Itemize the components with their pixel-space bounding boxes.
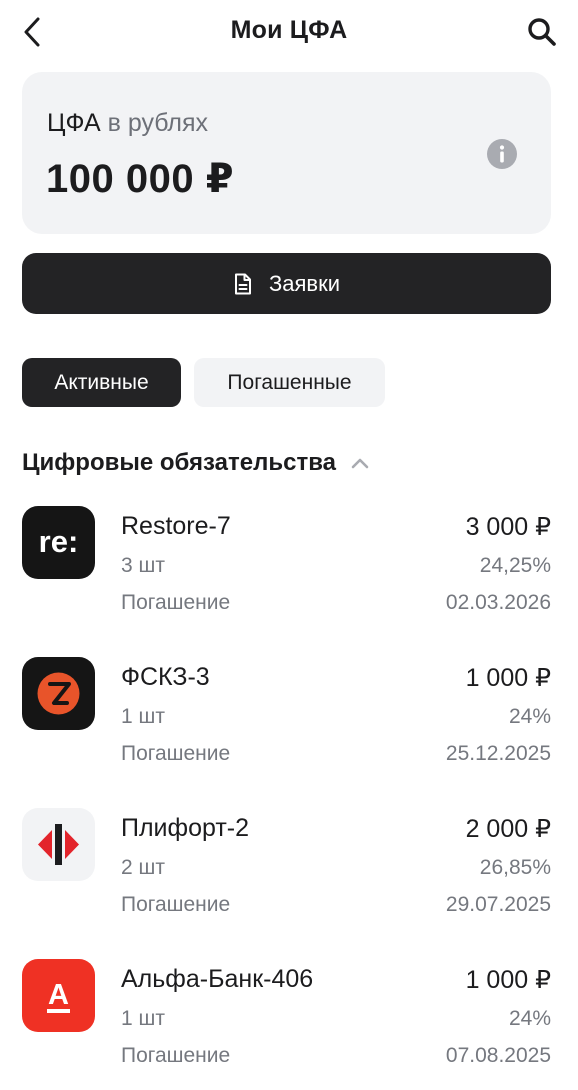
- asset-maturity-label: Погашение: [121, 1044, 231, 1067]
- alfa-bank-logo: А: [22, 959, 95, 1032]
- chevron-up-icon: [351, 458, 369, 469]
- plifort-logo-mark: [38, 824, 79, 865]
- asset-amount: 1 000 ₽: [465, 966, 551, 994]
- asset-maturity-date: 02.03.2026: [445, 591, 551, 614]
- asset-maturity-label: Погашение: [121, 591, 231, 614]
- search-button[interactable]: [522, 12, 562, 52]
- tab-active[interactable]: Активные: [22, 358, 181, 407]
- alfa-bank-logo-letter: А: [48, 979, 69, 1011]
- asset-name: Альфа-Банк-406: [121, 965, 314, 993]
- tab-repaid[interactable]: Погашенные: [194, 358, 385, 407]
- page-title: Мои ЦФА: [230, 16, 348, 44]
- alfa-bank-logo-mark: А: [47, 979, 70, 1013]
- balance-label-currency: в рублях: [107, 109, 209, 137]
- orders-button-label: Заявки: [268, 270, 341, 296]
- balance-card: ЦФА в рублях 100 000 ₽: [22, 72, 551, 234]
- orders-button[interactable]: Заявки: [22, 253, 551, 314]
- asset-yield: 26,85%: [479, 856, 551, 879]
- asset-quantity: 3 шт: [121, 554, 165, 577]
- restore-logo-text: re:: [39, 524, 79, 559]
- asset-maturity-date: 25.12.2025: [445, 742, 551, 765]
- asset-item[interactable]: Плифорт-2 2 000 ₽ 2 шт 26,85% Погашение …: [22, 808, 551, 928]
- balance-amount: 100 000 ₽: [46, 157, 235, 201]
- restore-logo: re:: [22, 506, 95, 579]
- asset-item[interactable]: re: Restore-7 3 000 ₽ 3 шт 24,25% Погаше…: [22, 506, 551, 626]
- fskz-logo-mark: [37, 672, 80, 715]
- asset-item[interactable]: А Альфа-Банк-406 1 000 ₽ 1 шт 24% Погаше…: [22, 959, 551, 1079]
- asset-quantity: 2 шт: [121, 856, 165, 879]
- top-bar: Мои ЦФА: [0, 0, 578, 66]
- asset-name: Плифорт-2: [121, 814, 250, 842]
- plifort-logo: [22, 808, 95, 881]
- asset-name: Restore-7: [121, 512, 231, 540]
- asset-quantity: 1 шт: [121, 1007, 165, 1030]
- asset-maturity-date: 07.08.2025: [445, 1044, 551, 1067]
- fskz-logo: [22, 657, 95, 730]
- asset-amount: 1 000 ₽: [465, 664, 551, 692]
- asset-maturity-label: Погашение: [121, 742, 231, 765]
- asset-maturity-label: Погашение: [121, 893, 231, 916]
- balance-label: ЦФА в рублях: [47, 109, 208, 138]
- section-header[interactable]: Цифровые обязательства: [22, 447, 370, 479]
- asset-yield: 24%: [508, 705, 551, 728]
- section-title: Цифровые обязательства: [22, 449, 336, 476]
- document-icon: [234, 273, 251, 294]
- asset-maturity-date: 29.07.2025: [445, 893, 551, 916]
- asset-item[interactable]: ФСКЗ-3 1 000 ₽ 1 шт 24% Погашение 25.12.…: [22, 657, 551, 777]
- asset-quantity: 1 шт: [121, 705, 165, 728]
- balance-label-main: ЦФА: [47, 109, 101, 137]
- restore-logo-mark: re:: [39, 524, 79, 559]
- asset-amount: 3 000 ₽: [465, 513, 551, 541]
- asset-yield: 24,25%: [479, 554, 551, 577]
- search-icon: [528, 18, 556, 46]
- info-icon[interactable]: [486, 138, 518, 170]
- asset-amount: 2 000 ₽: [465, 815, 551, 843]
- asset-yield: 24%: [508, 1007, 551, 1030]
- asset-name: ФСКЗ-3: [121, 663, 210, 691]
